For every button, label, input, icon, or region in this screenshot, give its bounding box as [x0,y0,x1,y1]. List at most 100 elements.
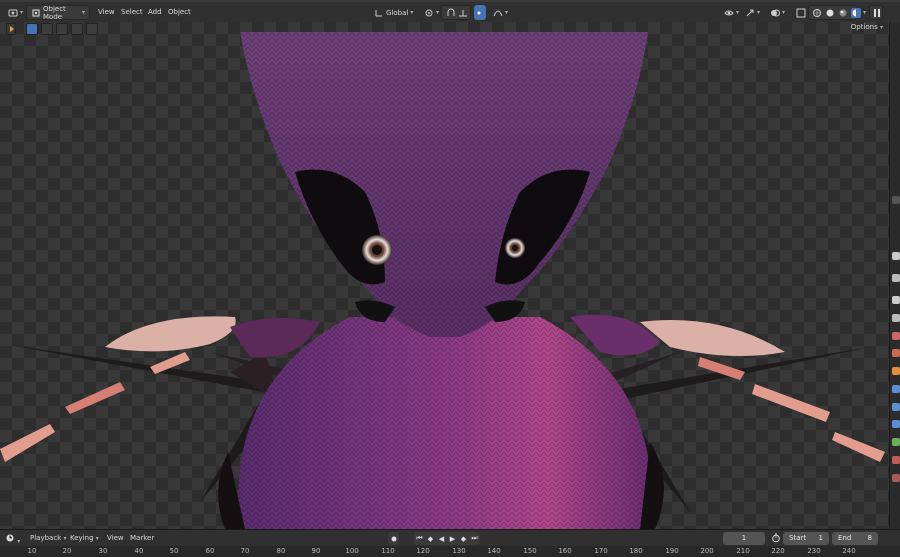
gizmo-icon [745,8,755,18]
play-reverse-icon: ◀ [438,534,445,543]
editor-type-button[interactable]: ▾ [4,5,27,20]
menu-view[interactable]: View [98,6,115,19]
material-shading-icon[interactable] [838,8,848,18]
pause-render-button[interactable] [869,5,883,20]
play-reverse-button[interactable]: ◀ [436,532,447,545]
3d-viewport[interactable]: Options ▾ [0,22,889,529]
view-layer-tab-icon[interactable] [892,314,900,322]
pivot-icon [424,8,434,18]
ruler-tick: 110 [381,547,395,555]
orientation-icon [374,8,384,18]
proportional-editing-toggle[interactable] [474,5,486,20]
ruler-tick: 30 [98,547,108,555]
jump-end-button[interactable]: ⏭ [469,532,480,545]
object-data-tab-icon[interactable] [892,438,900,446]
timeline-header: ▾ Playback ▾ Keying ▾ View Marker ⏮ ◆ ◀ … [0,529,900,546]
ruler-tick: 40 [134,547,144,555]
world-tab-icon[interactable] [892,349,900,357]
output-tab-icon[interactable] [892,296,900,304]
chevron-down-icon: ▾ [782,9,786,16]
ruler-tick: 120 [416,547,430,555]
physics-tab-icon[interactable] [892,420,900,428]
editor-type-icon [8,8,18,18]
ruler-tick: 200 [700,547,714,555]
chevron-down-icon: ▾ [17,538,21,545]
jump-end-icon: ⏭ [471,534,478,542]
mode-label: Object Mode [43,4,66,21]
menu-object[interactable]: Object [168,6,191,19]
scrollbar-handle[interactable] [892,196,900,204]
texture-tab-icon[interactable] [892,474,900,482]
chevron-down-icon: ▾ [505,9,509,16]
chevron-down-icon: ▾ [436,9,440,16]
chevron-down-icon: ▾ [863,9,867,16]
chevron-down-icon: ▾ [410,9,414,16]
object-mode-icon [31,8,41,18]
ruler-tick: 220 [771,547,785,555]
keying-menu[interactable]: Keying ▾ [70,533,99,544]
start-frame-field[interactable]: Start 1 [783,532,829,545]
menu-select[interactable]: Select [121,6,143,19]
ruler-tick: 160 [558,547,572,555]
transform-orientation-select[interactable]: Global ▾ [370,5,417,20]
use-preview-range-toggle[interactable] [771,533,781,544]
end-frame-field[interactable]: End 8 [832,532,878,545]
next-keyframe-icon: ◆ [460,534,467,543]
play-button[interactable]: ▶ [447,532,458,545]
wireframe-shading-icon[interactable] [812,8,822,18]
chevron-down-icon: ▾ [736,9,740,16]
gizmo-select[interactable]: ▾ [741,5,764,20]
visibility-select[interactable]: ▾ [720,5,743,20]
prev-keyframe-button[interactable]: ◆ [425,532,436,545]
select-new-icon[interactable] [26,23,38,35]
timeline-view-menu[interactable]: View [107,533,124,544]
dress-knit-texture [238,317,652,529]
scene-tab-icon[interactable] [892,332,900,340]
viewport-left-toolbar [6,22,98,36]
snap-toggle[interactable] [441,5,471,20]
ruler-tick: 20 [62,547,72,555]
select-subtract-icon[interactable] [56,23,68,35]
play-icon: ▶ [449,534,456,543]
select-extend-icon[interactable] [41,23,53,35]
ruler-tick: 80 [276,547,286,555]
ruler-tick: 180 [629,547,643,555]
ruler-tick: 10 [27,547,37,555]
orientation-label: Global [386,8,409,17]
timeline-ruler[interactable]: 10 20 30 40 50 60 70 80 90 100 110 120 1… [0,546,900,557]
ruler-tick: 100 [345,547,359,555]
properties-tab-strip [889,22,900,529]
auto-keying-toggle[interactable] [388,532,399,545]
material-tab-icon[interactable] [892,456,900,464]
toolbar-toggle-icon[interactable] [6,23,16,35]
render-tab-icon[interactable] [892,274,900,282]
current-frame-field[interactable]: 1 [723,532,765,545]
overlays-select[interactable]: ▾ [766,5,789,20]
falloff-select[interactable]: ▾ [489,5,512,20]
timeline-editor-type-button[interactable]: ▾ [5,533,21,545]
snap-icon [446,8,456,18]
tool-tab-icon[interactable] [892,252,900,260]
clock-icon [5,533,15,543]
start-value: 1 [818,534,823,542]
rendered-scene [0,32,885,529]
options-dropdown[interactable]: Options ▾ [851,23,883,31]
solid-shading-icon[interactable] [825,8,835,18]
snap-target-icon [458,8,468,18]
jump-start-button[interactable]: ⏮ [414,532,425,545]
modifiers-tab-icon[interactable] [892,385,900,393]
playback-menu[interactable]: Playback ▾ [30,533,66,544]
pivot-point-select[interactable]: ▾ [420,5,443,20]
next-keyframe-button[interactable]: ◆ [458,532,469,545]
select-invert-icon[interactable] [71,23,83,35]
shading-mode-group [808,5,861,20]
menu-add[interactable]: Add [148,6,162,19]
mode-select[interactable]: Object Mode ▾ [26,4,90,21]
select-intersect-icon[interactable] [86,23,98,35]
ruler-tick: 170 [594,547,608,555]
particles-tab-icon[interactable] [892,403,900,411]
current-frame-value: 1 [741,534,747,542]
end-label: End [838,534,852,542]
marker-menu[interactable]: Marker [130,533,154,544]
object-tab-icon[interactable] [892,367,900,375]
